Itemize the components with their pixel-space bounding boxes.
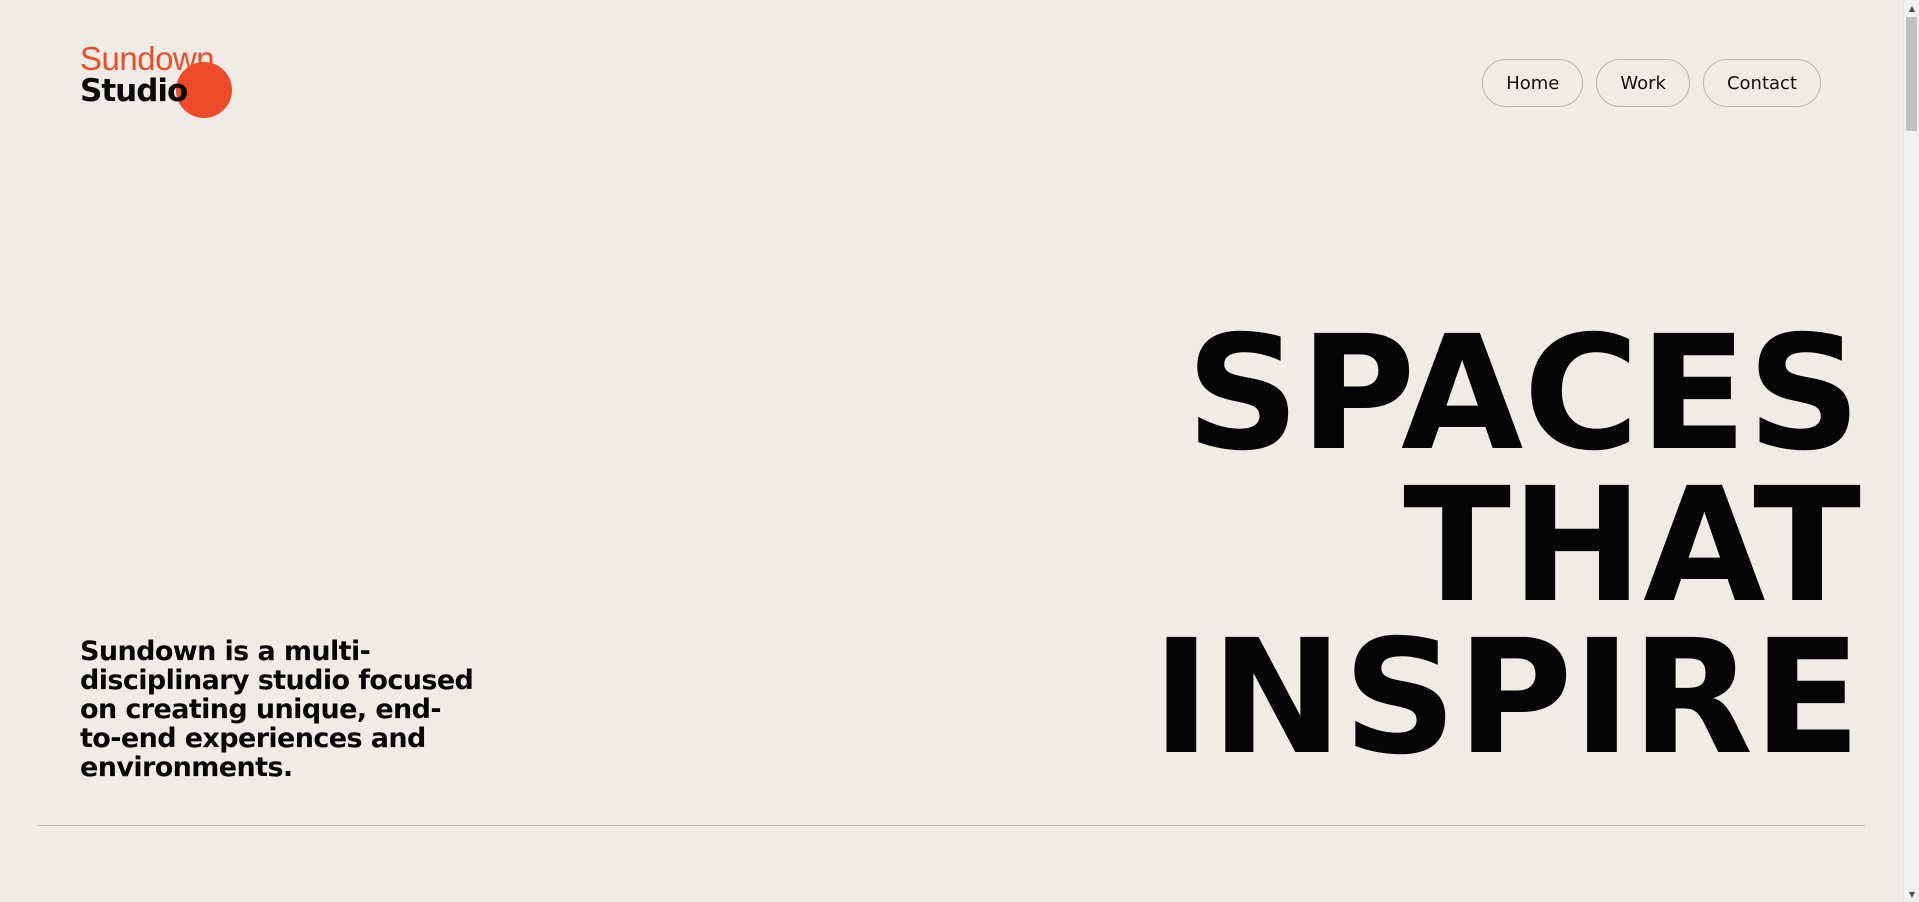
hero-line-3: INSPIRE [1152, 606, 1861, 790]
hero-heading: SPACES THAT INSPIRE [1152, 302, 1861, 790]
hero-line-1: SPACES [1185, 302, 1861, 486]
main-nav: Home Work Contact [1482, 59, 1821, 107]
intro-paragraph: Sundown is a multi-disciplinary studio f… [80, 636, 474, 783]
page-scrollbar[interactable]: ▲ ▼ [1903, 0, 1919, 902]
hero-line-2: THAT [1403, 454, 1861, 638]
scroll-down-arrow-icon[interactable]: ▼ [1904, 886, 1919, 902]
scroll-up-arrow-icon[interactable]: ▲ [1904, 0, 1919, 16]
nav-work-button[interactable]: Work [1596, 59, 1690, 107]
page: Sundown Studio Home Work Contact SPACES … [0, 0, 1903, 902]
section-divider [38, 825, 1865, 826]
nav-contact-button[interactable]: Contact [1702, 59, 1821, 107]
logo-wordmark-line2: Studio [80, 73, 188, 109]
scrollbar-thumb[interactable] [1906, 17, 1917, 131]
logo[interactable]: Sundown Studio [80, 40, 240, 120]
nav-home-button[interactable]: Home [1482, 59, 1584, 107]
